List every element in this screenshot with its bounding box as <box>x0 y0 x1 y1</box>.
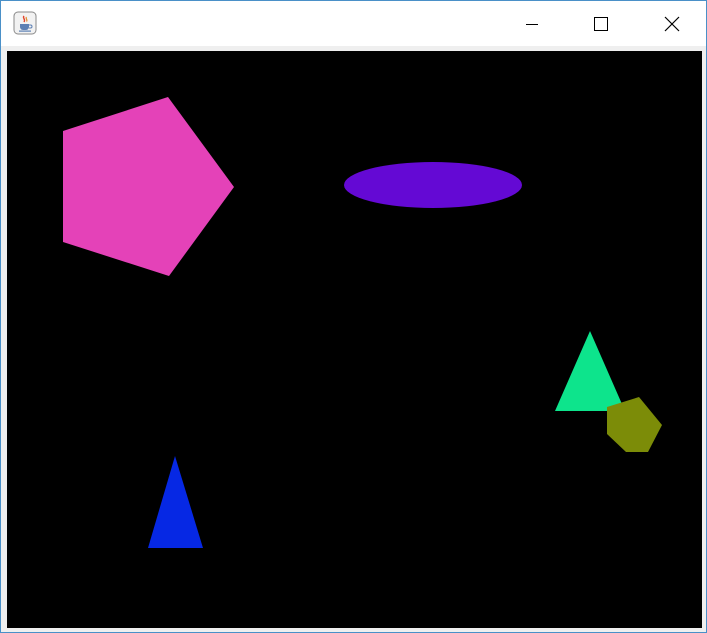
minimize-icon <box>526 23 538 25</box>
shapes-svg <box>63 97 662 548</box>
pentagon-olive <box>607 397 662 452</box>
maximize-button[interactable] <box>578 1 624 46</box>
pentagon-magenta <box>63 97 234 276</box>
triangle-blue <box>148 456 203 548</box>
close-icon <box>664 16 680 31</box>
close-button[interactable] <box>649 1 695 46</box>
ellipse-purple <box>344 162 522 208</box>
app-window <box>0 0 707 633</box>
minimize-button[interactable] <box>509 1 555 46</box>
drawing-canvas[interactable] <box>7 51 702 628</box>
title-bar[interactable] <box>1 1 706 46</box>
triangle-green <box>555 331 625 411</box>
maximize-icon <box>594 16 608 31</box>
java-coffee-cup-icon[interactable] <box>13 11 37 35</box>
